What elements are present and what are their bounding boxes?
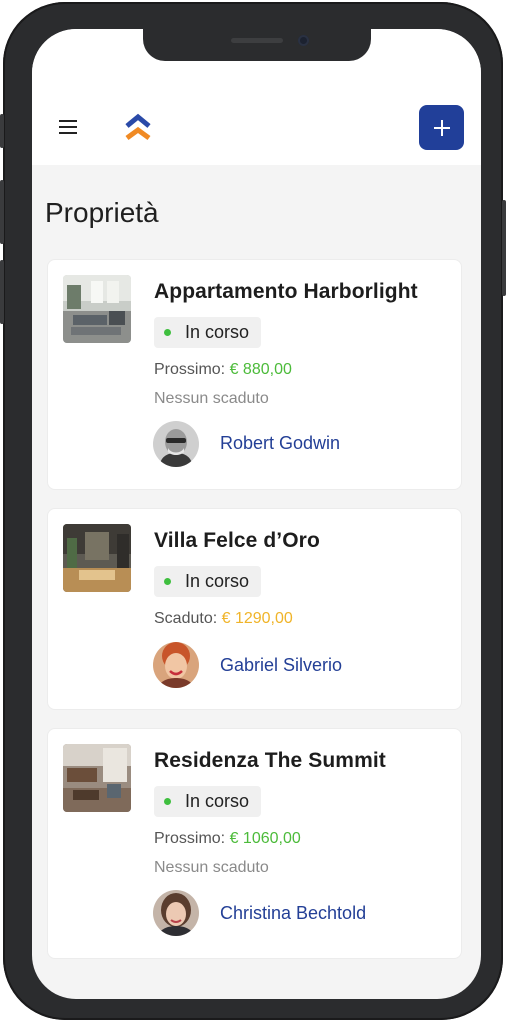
next-payment-line: Prossimo: € 1060,00: [154, 830, 301, 848]
due-amount: € 1060,00: [229, 830, 301, 847]
phone-frame: Proprietà Appartamento Harborlight In co…: [0, 2, 506, 1020]
status-badge: In corso: [154, 317, 262, 348]
status-badge: In corso: [154, 566, 262, 597]
due-label: Scaduto:: [154, 610, 218, 627]
overdue-status-text: Nessun scaduto: [154, 390, 269, 407]
due-amount: € 1290,00: [221, 610, 293, 627]
owner-avatar[interactable]: [153, 421, 199, 467]
property-name: Residenza The Summit: [154, 749, 386, 772]
owner-avatar[interactable]: [153, 890, 199, 936]
page-title: Proprietà: [45, 197, 159, 228]
overdue-payment-line: Scaduto: € 1290,00: [154, 610, 293, 628]
house-chevron-logo-icon: [123, 111, 153, 143]
status-dot-icon: [164, 578, 171, 585]
add-property-button[interactable]: [419, 105, 464, 150]
due-label: Prossimo:: [154, 830, 226, 847]
front-camera: [298, 35, 309, 46]
next-payment-line: Prossimo: € 880,00: [154, 361, 292, 379]
status-dot-icon: [164, 798, 171, 805]
hamburger-menu-icon[interactable]: [59, 120, 77, 134]
property-name: Appartamento Harborlight: [154, 280, 418, 303]
property-card[interactable]: Residenza The Summit In corso Prossimo: …: [47, 728, 462, 959]
overdue-status-text: Nessun scaduto: [154, 859, 269, 876]
property-photo: [63, 275, 131, 343]
earpiece-speaker: [231, 38, 283, 43]
due-label: Prossimo:: [154, 361, 226, 378]
phone-side-button: [0, 114, 4, 148]
due-amount: € 880,00: [229, 361, 292, 378]
status-dot-icon: [164, 329, 171, 336]
app-screen: Proprietà Appartamento Harborlight In co…: [32, 29, 481, 999]
property-photo: [63, 744, 131, 812]
status-badge: In corso: [154, 786, 262, 817]
status-label: In corso: [185, 322, 250, 342]
phone-power-button: [502, 200, 506, 296]
property-card[interactable]: Villa Felce d’Oro In corso Scaduto: € 12…: [47, 508, 462, 710]
status-label: In corso: [185, 791, 250, 811]
phone-volume-up-button: [0, 180, 4, 244]
plus-icon: [433, 119, 450, 136]
owner-name-link[interactable]: Robert Godwin: [220, 433, 340, 454]
property-photo: [63, 524, 131, 592]
owner-name-link[interactable]: Gabriel Silverio: [220, 655, 342, 676]
status-label: In corso: [185, 571, 250, 591]
property-name: Villa Felce d’Oro: [154, 529, 320, 552]
property-card[interactable]: Appartamento Harborlight In corso Prossi…: [47, 259, 462, 490]
owner-avatar[interactable]: [153, 642, 199, 688]
owner-name-link[interactable]: Christina Bechtold: [220, 903, 366, 924]
phone-notch: [143, 29, 371, 61]
phone-volume-down-button: [0, 260, 4, 324]
